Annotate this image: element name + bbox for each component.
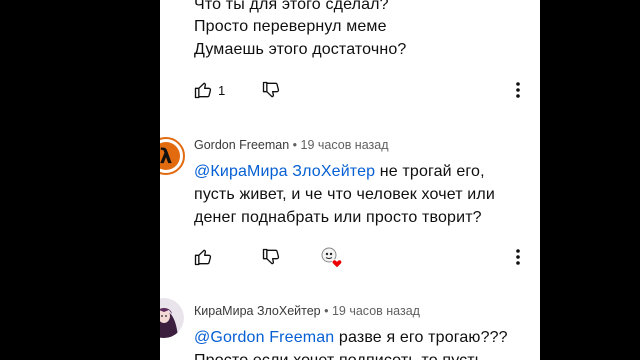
more-options-button[interactable] xyxy=(510,80,526,100)
comment-3-line-2: Просто если хочет подписоть то пусть xyxy=(194,351,483,360)
comment-1-line-1: Что ты для этого сделал? xyxy=(194,0,389,13)
half-life-lambda-icon: λ xyxy=(160,137,185,175)
comment-time: • 19 часов назад xyxy=(289,138,389,152)
dislike-icon xyxy=(262,81,280,98)
like-icon xyxy=(194,82,212,99)
avatar[interactable]: λ xyxy=(160,136,186,176)
more-vert-icon xyxy=(516,249,520,265)
dislike-button[interactable] xyxy=(261,247,281,267)
avatar-glyph: λ xyxy=(160,144,173,168)
comment-3-line-1: @Gordon Freeman разве я его трогаю??? xyxy=(194,328,508,348)
comment-1-line-2: Просто перевернул меме xyxy=(194,18,387,35)
avatar[interactable] xyxy=(160,298,184,338)
more-vert-icon xyxy=(516,82,520,98)
comment-time: • 19 часов назад xyxy=(320,304,420,318)
comment-author[interactable]: КираМира ЗлоХейтер xyxy=(194,304,321,318)
like-button[interactable] xyxy=(193,80,213,100)
user-avatar-icon xyxy=(160,298,184,338)
comment-3-meta: КираМира ЗлоХейтер • 19 часов назад xyxy=(194,304,420,318)
dislike-button[interactable] xyxy=(261,80,281,100)
like-button[interactable] xyxy=(193,247,213,267)
comment-2-line-1: @КираМира ЗлоХейтер не трогай его, xyxy=(194,162,485,182)
like-icon xyxy=(194,249,212,266)
comment-2-line-3: денег поднабрать или просто творит? xyxy=(194,209,482,226)
mention-link[interactable]: @Gordon Freeman xyxy=(194,329,334,346)
comments-panel: Что ты для этого сделал? Просто переверн… xyxy=(160,0,540,360)
like-count: 1 xyxy=(218,83,226,98)
creator-heart-icon xyxy=(321,247,343,269)
more-options-button[interactable] xyxy=(510,247,526,267)
creator-heart-badge xyxy=(320,246,343,269)
comment-3-text-rest: разве я его трогаю??? xyxy=(334,329,508,346)
comment-1-line-3: Думаешь этого достаточно? xyxy=(194,41,407,58)
comment-2-text-rest: не трогай его, xyxy=(375,163,485,180)
comment-2-meta: Gordon Freeman • 19 часов назад xyxy=(194,138,389,152)
comment-author[interactable]: Gordon Freeman xyxy=(194,138,289,152)
comment-2-line-2: пусть живет, и че что человек хочет или xyxy=(194,186,495,203)
mention-link[interactable]: @КираМира ЗлоХейтер xyxy=(194,163,375,180)
dislike-icon xyxy=(262,248,280,265)
